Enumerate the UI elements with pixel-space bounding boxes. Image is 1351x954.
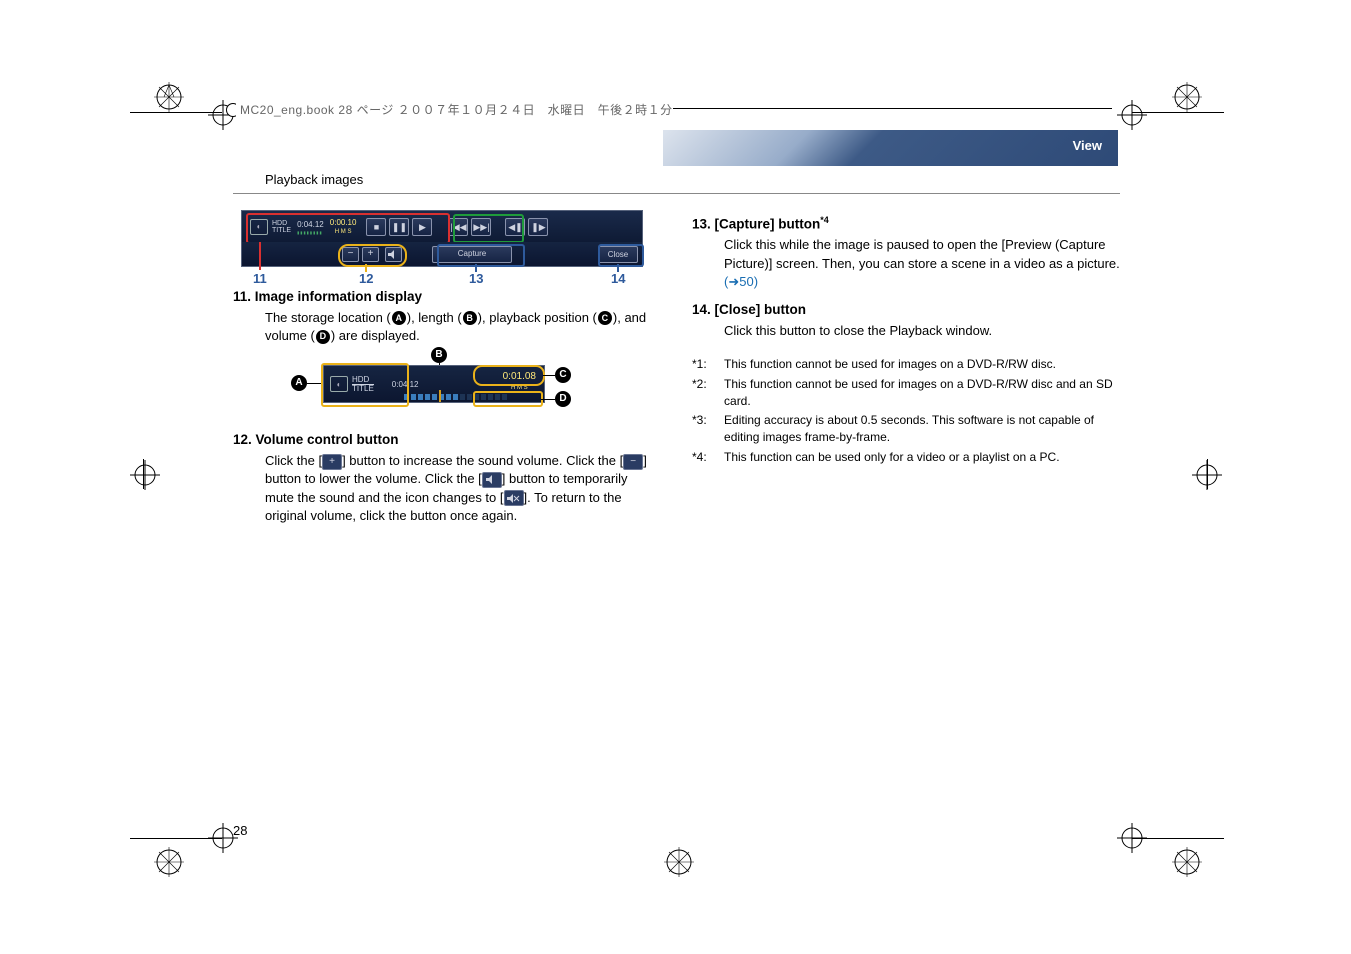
item-11-body: The storage location (A), length (B), pl…	[265, 309, 656, 345]
header-underline	[233, 193, 1120, 194]
info-display-detail-figure: B ◐ HDD TITLE 0:04.12 0:01.08 H M S	[283, 355, 603, 415]
callout-outline-11	[246, 213, 450, 244]
footnote-key: *2:	[692, 376, 724, 410]
bullet-d-icon: D	[316, 330, 330, 344]
leader-line	[259, 242, 261, 270]
callout-outline-12	[338, 244, 407, 267]
crop-hairline	[143, 459, 144, 489]
detail-outline-d	[473, 391, 543, 407]
item-14-body: Click this button to close the Playback …	[724, 322, 1120, 340]
item-13-title: 13. [Capture] button*4	[692, 214, 1120, 234]
registration-mark-icon	[662, 845, 696, 879]
bullet-c-icon: C	[598, 311, 612, 325]
section-title: Playback images	[265, 172, 363, 187]
item-11-title: 11. Image information display	[233, 288, 656, 307]
page-ref-link[interactable]: (➜50)	[724, 274, 758, 289]
crop-hairline	[1132, 838, 1224, 839]
leader-line	[617, 264, 619, 272]
footnote-text: This function cannot be used for images …	[724, 356, 1056, 373]
label-c-icon: C	[555, 367, 571, 383]
detail-outline-c	[473, 365, 545, 386]
section-tab-label: View	[1073, 138, 1102, 153]
volume-up-icon: +	[322, 454, 342, 470]
callout-number-13: 13	[469, 270, 483, 288]
progress-marker	[439, 390, 441, 402]
document-header-line: MC20_eng.book 28 ページ ２００７年１０月２４日 水曜日 午後２…	[232, 99, 1119, 119]
crop-cross-icon	[130, 460, 160, 490]
mute-icon	[482, 472, 502, 488]
footnote-key: *3:	[692, 412, 724, 446]
step-fwd-button[interactable]: ❚▶	[528, 218, 548, 236]
footnote-key: *4:	[692, 449, 724, 466]
registration-mark-icon	[1170, 80, 1204, 114]
crop-hairline	[130, 112, 222, 113]
content-area: ◐ HDD TITLE 0:04.12 ▮▮▮▮▮▮▮▮ 0:00.10 H M…	[233, 210, 1120, 535]
item-12-title: 12. Volume control button	[233, 431, 656, 450]
left-column: ◐ HDD TITLE 0:04.12 ▮▮▮▮▮▮▮▮ 0:00.10 H M…	[233, 210, 656, 535]
section-tab-banner: View	[663, 130, 1118, 166]
footnote-text: This function can be used only for a vid…	[724, 449, 1060, 466]
item-14-title: 14. [Close] button	[692, 301, 1120, 320]
muted-icon	[504, 490, 524, 506]
label-a-icon: A	[291, 375, 307, 391]
footnote-text: This function cannot be used for images …	[724, 376, 1120, 410]
playback-bar-figure: ◐ HDD TITLE 0:04.12 ▮▮▮▮▮▮▮▮ 0:00.10 H M…	[241, 210, 641, 282]
callout-outline-13	[437, 244, 525, 267]
volume-down-icon: −	[623, 454, 643, 470]
footnote-key: *1:	[692, 356, 724, 373]
callout-outline-transport	[453, 214, 524, 243]
leader-line	[365, 264, 367, 272]
page-number: 28	[233, 823, 247, 838]
right-column: 13. [Capture] button*4 Click this while …	[692, 210, 1120, 535]
item-13-body: Click this while the image is paused to …	[724, 236, 1120, 291]
crop-hairline	[130, 838, 222, 839]
label-d-icon: D	[555, 391, 571, 407]
crop-hairline	[1132, 112, 1224, 113]
callout-number-11: 11	[253, 270, 267, 288]
bullet-a-icon: A	[392, 311, 406, 325]
label-b-icon: B	[431, 347, 447, 363]
registration-mark-icon	[1170, 845, 1204, 879]
crop-cross-icon	[1117, 100, 1147, 130]
footnote-text: Editing accuracy is about 0.5 seconds. T…	[724, 412, 1120, 446]
callout-number-12: 12	[359, 270, 373, 288]
crop-hairline	[1207, 459, 1208, 489]
callout-number-14: 14	[611, 270, 625, 288]
leader-line	[475, 264, 477, 272]
bullet-b-icon: B	[463, 311, 477, 325]
item-12-body: Click the [+] button to increase the sou…	[265, 452, 656, 525]
registration-mark-icon	[152, 845, 186, 879]
registration-mark-icon	[152, 80, 186, 114]
callout-outline-14	[598, 244, 644, 267]
page: MC20_eng.book 28 ページ ２００７年１０月２４日 水曜日 午後２…	[0, 0, 1351, 954]
footnotes: *1:This function cannot be used for imag…	[692, 356, 1120, 466]
document-file-header: MC20_eng.book 28 ページ ２００７年１０月２４日 水曜日 午後２…	[236, 101, 673, 118]
detail-outline-a	[321, 363, 409, 407]
